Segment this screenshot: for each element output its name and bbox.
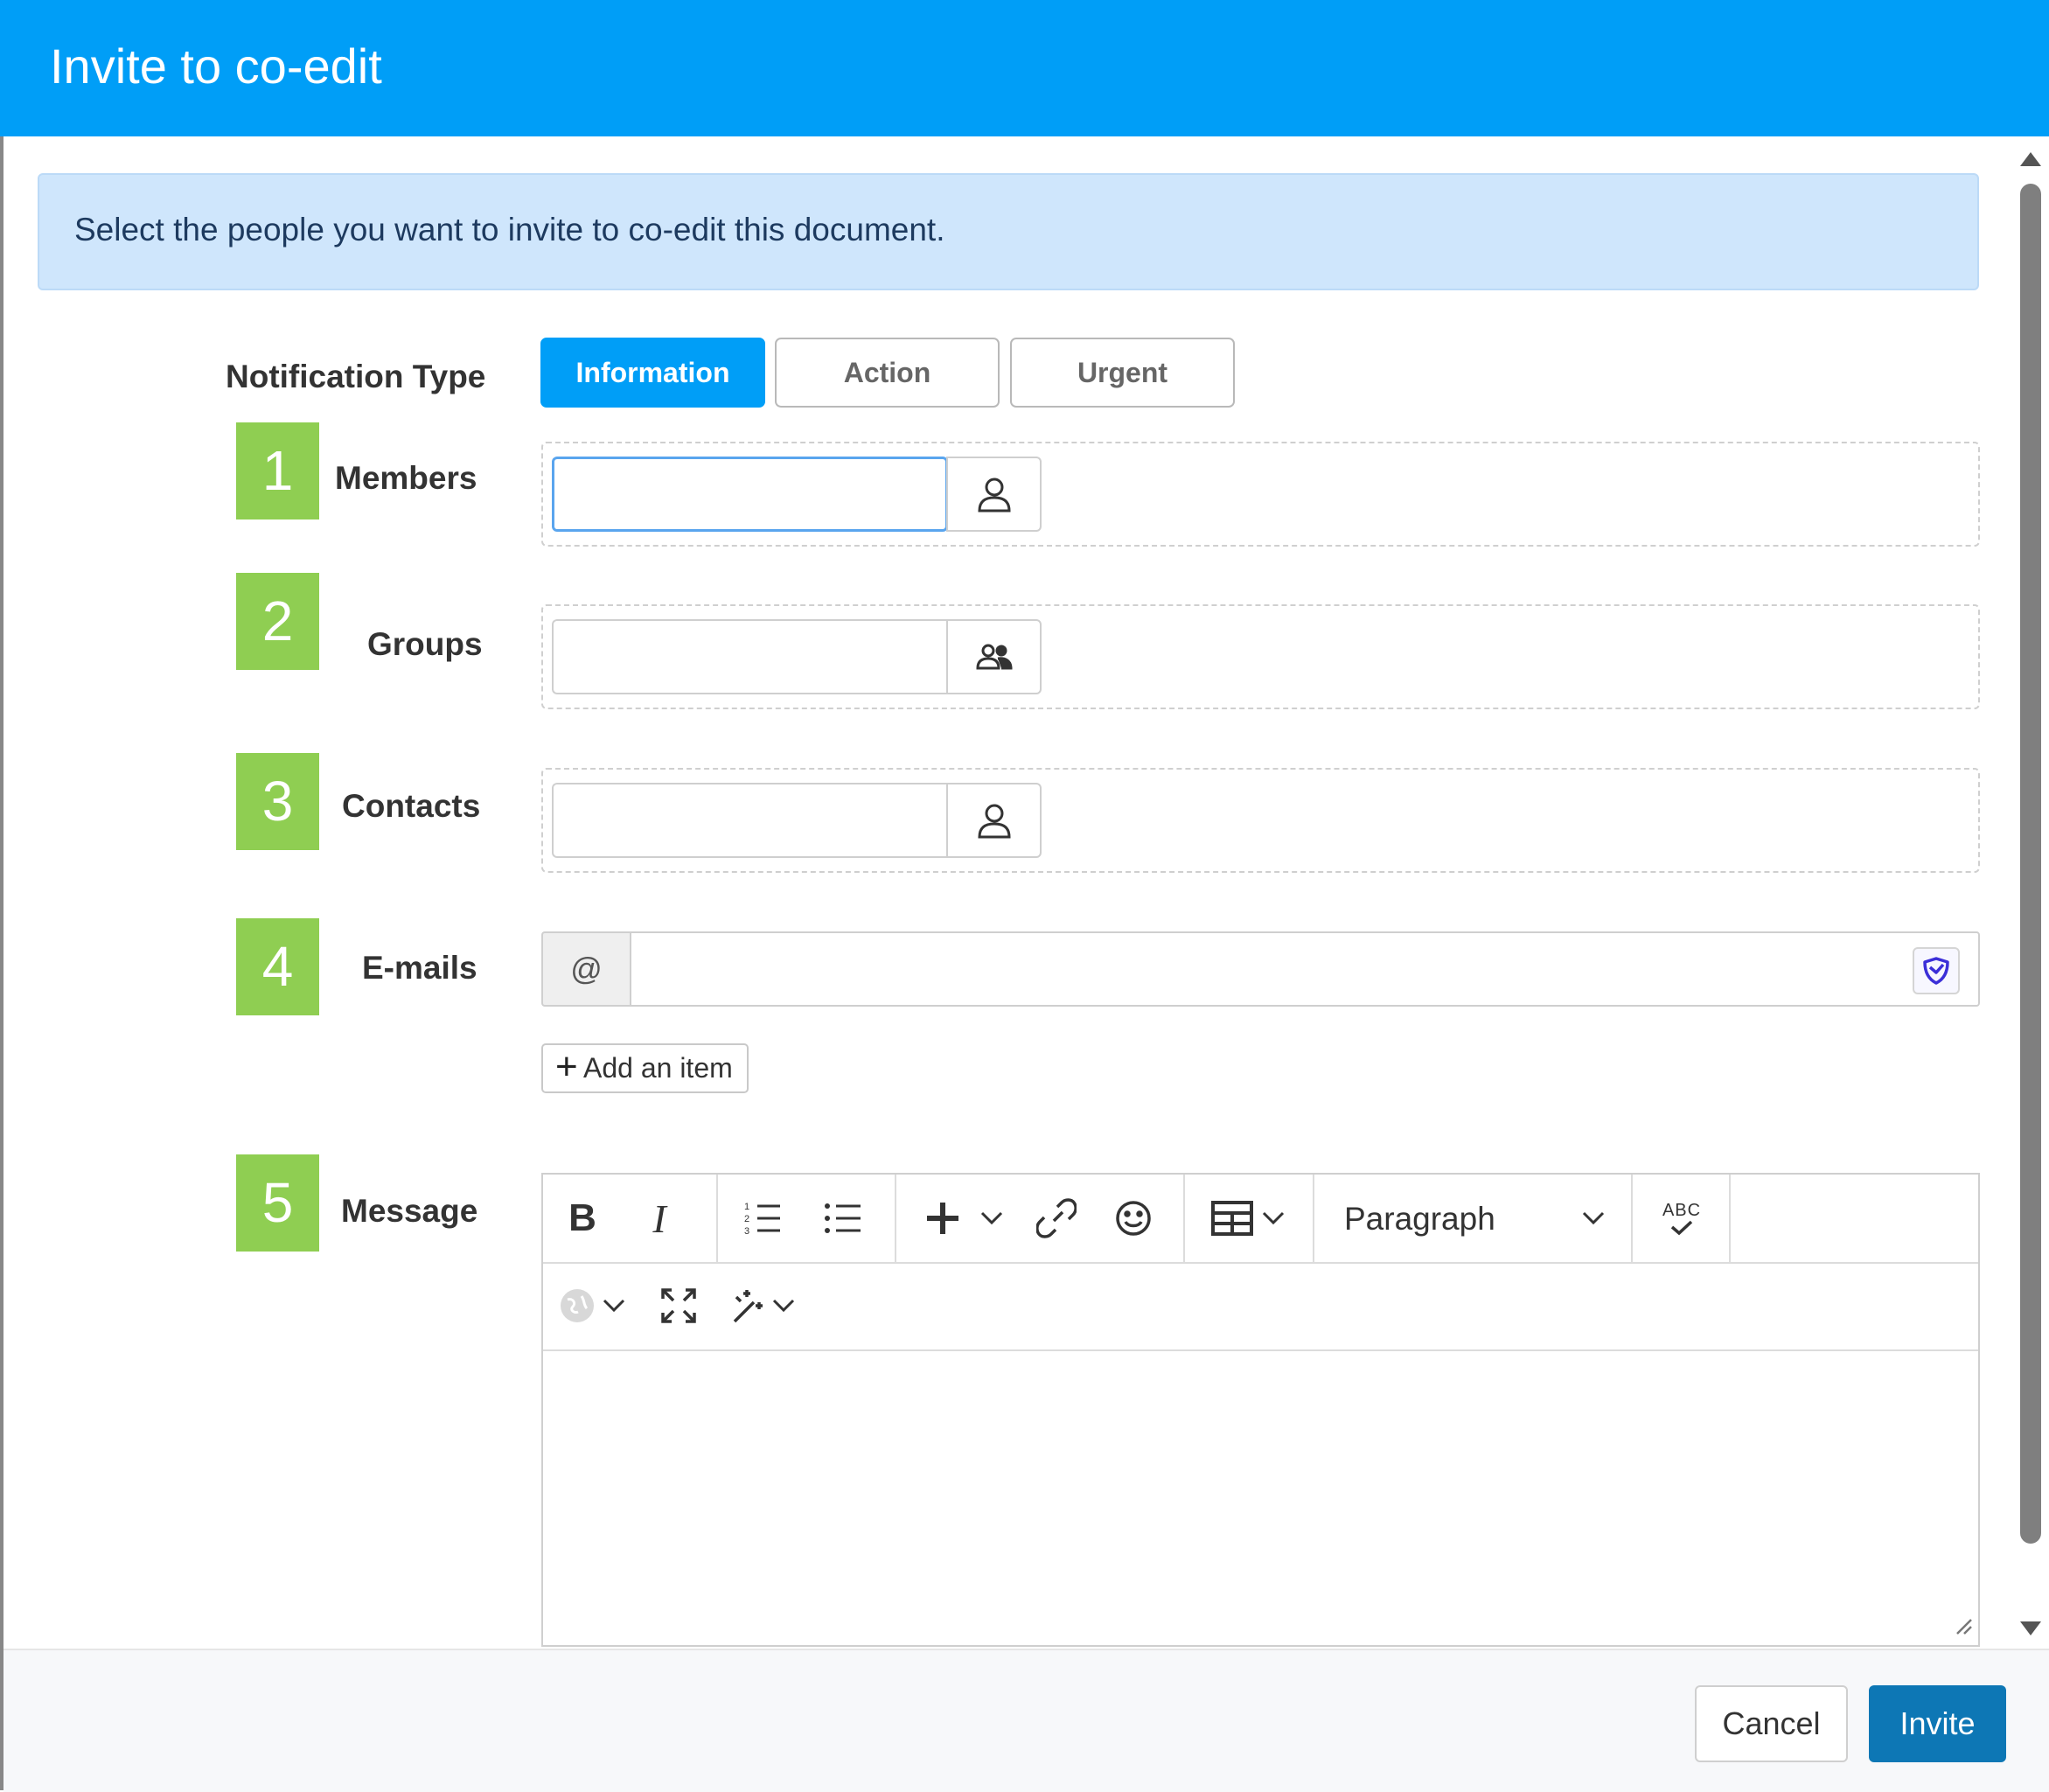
step-badge-3: 3 [236,753,319,850]
scrollbar-thumb[interactable] [2020,184,2041,1544]
toolbar-separator [1183,1175,1185,1262]
link-icon [1036,1198,1077,1238]
step-badge-4: 4 [236,918,319,1015]
emoji-button[interactable] [1112,1196,1155,1240]
step-badge-2: 2 [236,573,319,670]
info-banner: Select the people you want to invite to … [38,173,1979,290]
message-editor[interactable]: B I 1 2 3 Paragraph ABC [541,1173,1980,1647]
svg-text:1: 1 [744,1202,749,1212]
person-icon [977,804,1011,839]
notification-action-button[interactable]: Action [775,338,1000,408]
chevron-down-icon [603,1299,625,1313]
contacts-input[interactable] [552,783,948,858]
email-shield-button[interactable] [1913,947,1960,994]
info-message: Select the people you want to invite to … [74,212,945,248]
svg-text:2: 2 [744,1214,749,1224]
spellcheck-label: ABC [1662,1201,1702,1220]
add-item-button[interactable]: + Add an item [541,1043,749,1093]
svg-text:3: 3 [744,1226,749,1236]
language-button[interactable] [555,1284,599,1328]
notification-information-button[interactable]: Information [540,338,765,408]
notification-type-label: Notification Type [226,359,486,394]
plus-icon [927,1203,958,1234]
person-icon [977,478,1011,512]
checkmark-icon [1670,1220,1693,1236]
smiley-icon [1116,1201,1151,1236]
bullet-list-icon [825,1203,861,1233]
groups-input[interactable] [552,619,948,694]
scroll-up-arrow[interactable] [2018,150,2043,172]
table-dropdown-button[interactable] [1260,1205,1286,1231]
resize-handle[interactable] [1954,1616,1973,1640]
toolbar-separator [1631,1175,1633,1262]
magic-wand-button[interactable] [725,1284,769,1328]
italic-button[interactable]: I [638,1196,681,1241]
message-label: Message [341,1193,478,1229]
add-item-label: Add an item [583,1052,733,1084]
toolbar-separator [1729,1175,1731,1262]
emails-label: E-mails [362,950,477,986]
chevron-down-icon [1582,1211,1605,1225]
table-button[interactable] [1208,1196,1257,1240]
email-input[interactable] [630,931,1980,1007]
toolbar-separator [1313,1175,1314,1262]
resize-grip-icon [1956,1619,1972,1635]
chevron-down-icon [980,1211,1003,1225]
editor-toolbar-row-1: B I 1 2 3 Paragraph ABC [543,1175,1978,1264]
members-picker-button[interactable] [946,457,1042,532]
plus-icon: + [555,1045,578,1088]
invite-button[interactable]: Invite [1869,1685,2006,1762]
fullscreen-icon [661,1288,696,1323]
link-button[interactable] [1035,1196,1078,1240]
dialog-header: Invite to co-edit [0,0,2049,136]
bullet-list-button[interactable] [821,1196,865,1240]
globe-icon [561,1289,594,1322]
insert-button[interactable] [921,1196,965,1240]
scroll-down-arrow[interactable] [2018,1620,2043,1642]
contacts-picker-button[interactable] [946,783,1042,858]
editor-toolbar-row-2 [543,1262,1978,1351]
dialog-title: Invite to co-edit [50,38,382,94]
chevron-down-icon [772,1299,795,1313]
fullscreen-button[interactable] [657,1284,700,1328]
triangle-up-icon [2020,152,2041,166]
table-icon [1211,1201,1253,1236]
numbered-list-button[interactable]: 1 2 3 [741,1196,784,1240]
triangle-down-icon [2020,1621,2041,1635]
step-badge-1: 1 [236,422,319,519]
step-badge-5: 5 [236,1154,319,1252]
spellcheck-button[interactable]: ABC [1654,1192,1710,1245]
members-label: Members [335,460,477,496]
language-dropdown-button[interactable] [601,1293,627,1319]
contacts-label: Contacts [342,788,481,824]
format-select[interactable]: Paragraph [1344,1201,1495,1238]
toolbar-separator [895,1175,896,1262]
group-icon [975,644,1013,670]
bold-button[interactable]: B [561,1196,604,1240]
shield-icon [1923,957,1949,985]
groups-label: Groups [367,626,483,662]
cancel-button[interactable]: Cancel [1695,1685,1848,1762]
numbered-list-icon: 1 2 3 [744,1202,780,1236]
groups-picker-button[interactable] [946,619,1042,694]
insert-dropdown-button[interactable] [979,1205,1005,1231]
notification-urgent-button[interactable]: Urgent [1010,338,1235,408]
members-input[interactable] [552,457,948,532]
magic-wand-dropdown-button[interactable] [770,1293,797,1319]
format-dropdown-button[interactable] [1580,1205,1606,1231]
chevron-down-icon [1262,1211,1285,1225]
dialog-border [0,136,3,1790]
magic-wand-icon [733,1290,763,1323]
toolbar-separator [716,1175,718,1262]
email-at-prefix: @ [541,931,630,1007]
